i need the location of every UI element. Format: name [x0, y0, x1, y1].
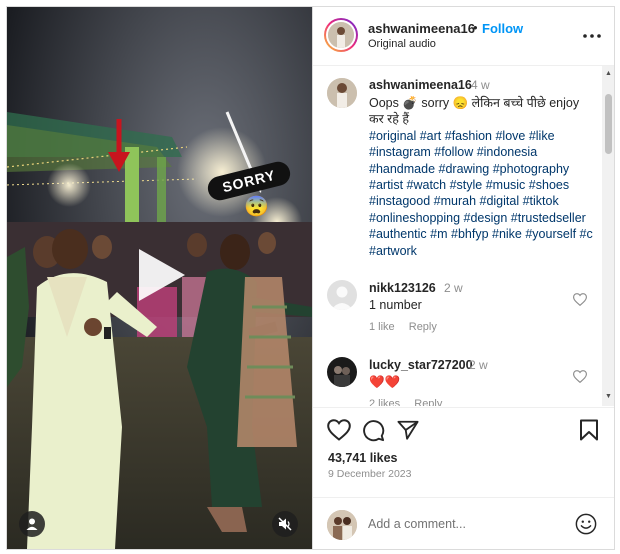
comment-username[interactable]: nikk123126	[369, 281, 436, 295]
like-comment-button[interactable]	[572, 370, 588, 388]
post-actions-bar	[313, 407, 614, 452]
avatar-photo	[328, 22, 354, 48]
default-avatar-icon	[327, 280, 357, 310]
comment-meta: 1 like Reply	[369, 321, 448, 333]
more-options-button[interactable]	[583, 25, 601, 43]
like-button[interactable]	[327, 419, 351, 446]
mute-toggle-button[interactable]	[272, 511, 298, 537]
comment-likes[interactable]: 1 like	[369, 321, 395, 333]
avatar-photo	[327, 78, 357, 108]
avatar-photo	[327, 357, 357, 387]
caption-username[interactable]: ashwanimeena16	[369, 78, 472, 92]
follow-button[interactable]: Follow	[482, 21, 523, 36]
video-player[interactable]: SORRY 😨	[7, 7, 312, 549]
comment-meta: 2 likes Reply	[369, 398, 453, 406]
reply-button[interactable]: Reply	[409, 321, 437, 333]
smiley-icon	[575, 513, 597, 535]
comment-likes[interactable]: 2 likes	[369, 398, 400, 406]
separator-dot: •	[473, 20, 478, 35]
save-button[interactable]	[579, 419, 599, 446]
tagged-users-button[interactable]	[19, 511, 45, 537]
author-avatar[interactable]	[324, 18, 358, 52]
post-header: ashwanimeena16 • Follow Original audio	[313, 7, 614, 66]
comment-bubble-icon	[363, 420, 385, 442]
play-icon	[139, 249, 185, 301]
author-username[interactable]: ashwanimeena16	[368, 21, 475, 36]
post-side-panel: ashwanimeena16 • Follow Original audio a…	[312, 7, 614, 549]
scroll-up-arrow-icon[interactable]: ▲	[605, 70, 612, 77]
comment-time: 2 w	[444, 281, 463, 295]
caption-avatar[interactable]	[327, 78, 357, 108]
current-user-avatar	[327, 510, 357, 540]
user-icon	[26, 518, 38, 530]
commenter-avatar[interactable]	[327, 280, 357, 310]
audio-link[interactable]: Original audio	[368, 38, 436, 50]
comment-text: 1 number	[369, 298, 422, 312]
caption-text-block: Oops 💣 sorry 😞 लेकिन बच्चे पीछे enjoy कर…	[369, 95, 593, 259]
heart-icon	[572, 293, 588, 307]
share-button[interactable]	[397, 419, 419, 446]
reply-button[interactable]: Reply	[414, 398, 442, 406]
commenter-avatar[interactable]	[327, 357, 357, 387]
emoji-picker-button[interactable]	[575, 513, 597, 540]
comment-text: ❤️❤️	[369, 375, 401, 389]
post-dialog: SORRY 😨 ashwanimeena16 • Follow Original…	[6, 6, 615, 550]
comment-time: 2 w	[469, 358, 488, 372]
speaker-muted-icon	[278, 517, 292, 531]
comment-username[interactable]: lucky_star727200	[369, 358, 473, 372]
likes-count[interactable]: 43,741 likes	[328, 451, 398, 465]
comment-button[interactable]	[362, 419, 385, 447]
caption-text: Oops 💣 sorry 😞 लेकिन बच्चे पीछे enjoy कर…	[369, 96, 580, 127]
post-date: 9 December 2023	[328, 468, 412, 480]
avatar-photo	[327, 510, 357, 540]
play-button[interactable]	[131, 247, 187, 303]
heart-icon	[572, 370, 588, 384]
scroll-down-arrow-icon[interactable]: ▼	[605, 393, 612, 400]
comment-composer	[313, 497, 614, 549]
comments-scrollbar[interactable]: ▲ ▼	[602, 66, 614, 406]
scrollbar-thumb[interactable]	[605, 94, 612, 154]
bookmark-icon	[580, 419, 598, 441]
heart-icon	[327, 419, 351, 441]
scared-emoji: 😨	[244, 196, 269, 218]
more-horizontal-icon	[583, 34, 601, 38]
comments-list[interactable]: ashwanimeena16 4 w Oops 💣 sorry 😞 लेकिन …	[313, 66, 614, 406]
caption-time: 4 w	[471, 78, 490, 92]
add-comment-input[interactable]	[368, 514, 568, 534]
caption-hashtags[interactable]: #original #art #fashion #love #like #ins…	[369, 129, 593, 258]
paper-plane-icon	[397, 420, 419, 440]
like-comment-button[interactable]	[572, 293, 588, 311]
